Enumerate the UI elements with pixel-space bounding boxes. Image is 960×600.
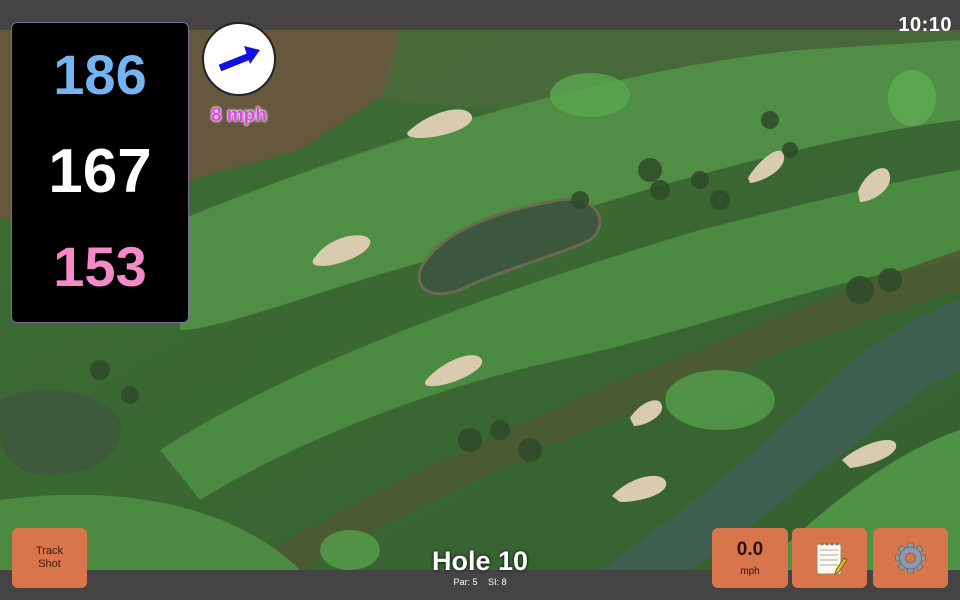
- wind-direction-arrow-icon: [218, 46, 260, 72]
- track-shot-line2: Shot: [38, 558, 61, 570]
- speed-unit: mph: [740, 566, 760, 577]
- middle-yardage: 167: [48, 137, 152, 206]
- stroke-index-label: SI: 8: [488, 577, 507, 587]
- front-yardage: 153: [53, 235, 147, 298]
- speed-value: 0.0: [736, 539, 764, 560]
- notepad-icon: [816, 542, 848, 575]
- speed-button[interactable]: 0.0 mph: [712, 528, 788, 588]
- wind-speed-label: 8 mph: [211, 105, 267, 126]
- yardage-panel: 186 167 153: [11, 22, 189, 323]
- track-shot-line1: Track: [35, 545, 64, 557]
- settings-button[interactable]: [873, 528, 948, 588]
- par-label: Par: 5: [453, 577, 478, 587]
- hole-title: Hole 10: [431, 546, 529, 576]
- gear-icon: [895, 542, 926, 574]
- back-yardage: 186: [53, 43, 147, 106]
- track-shot-button[interactable]: Track Shot: [12, 528, 87, 588]
- scorecard-notes-button[interactable]: [792, 528, 867, 588]
- wind-indicator: [202, 22, 276, 96]
- clock: 10:10: [898, 14, 952, 36]
- track-shot-label: Track Shot: [12, 545, 87, 571]
- hole-info: Par: 5 SI: 8: [380, 577, 580, 587]
